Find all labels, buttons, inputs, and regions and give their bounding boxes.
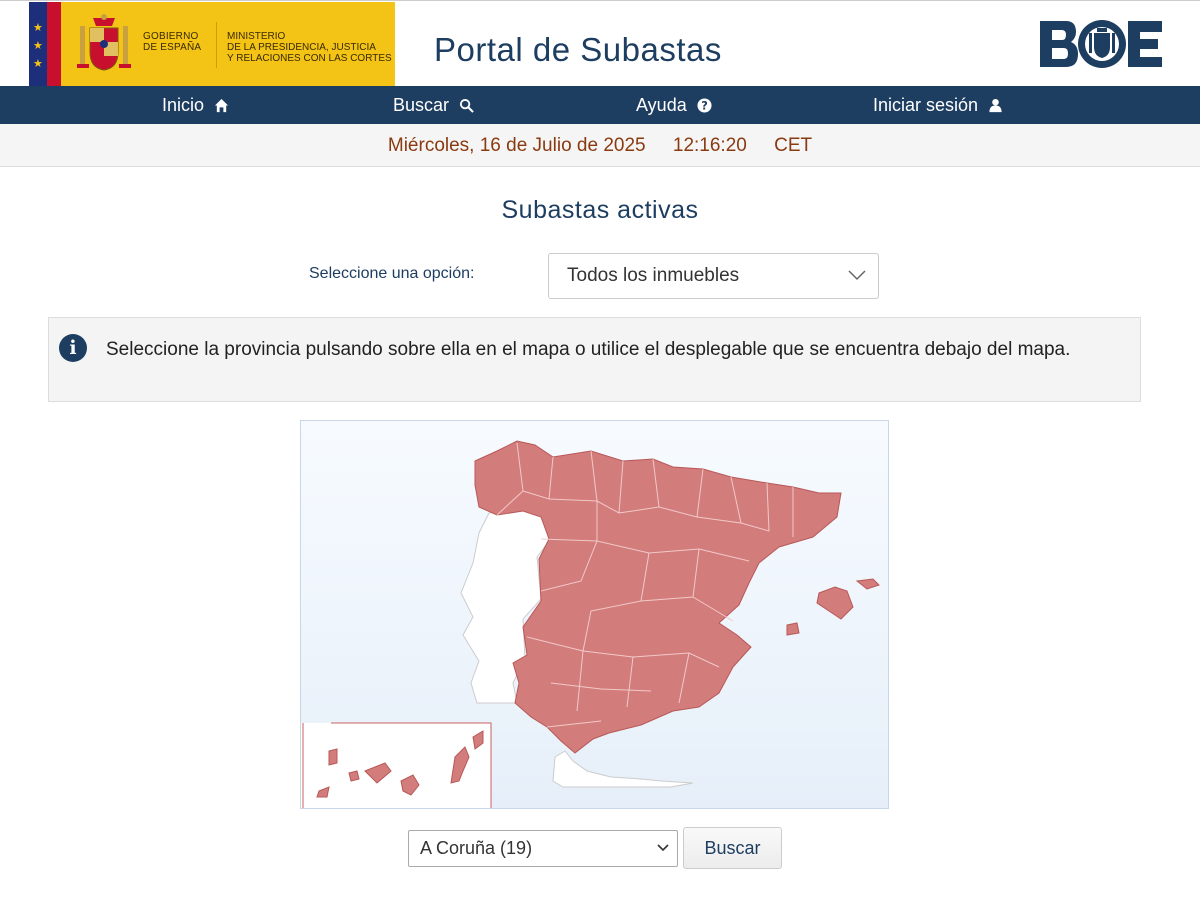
main-nav: Inicio Buscar Ayuda ? Iniciar sesión: [0, 86, 1200, 124]
government-logo-block[interactable]: ★ ★ ★ Gobierno de España Ministerio de l…: [29, 2, 395, 87]
info-icon: i: [59, 334, 87, 362]
option-select-value: Todos los inmuebles: [567, 265, 740, 286]
nav-item-label: Buscar: [393, 95, 450, 115]
menorca-island: [855, 578, 880, 590]
province-map[interactable]: [300, 420, 889, 809]
svg-text:?: ?: [701, 99, 708, 112]
government-label: Gobierno de España: [143, 31, 202, 53]
province-select-value: A Coruña (19): [420, 838, 533, 858]
nav-item-inicio[interactable]: Inicio: [162, 86, 229, 124]
north-africa-coast: [552, 750, 694, 788]
boe-logo[interactable]: [1040, 19, 1162, 69]
time-zone: CET: [774, 135, 813, 156]
balearic-islands[interactable]: [816, 586, 854, 620]
coat-of-arms-icon: [77, 14, 131, 71]
star-icon: ★: [33, 39, 43, 52]
nav-item-label: Inicio: [162, 95, 205, 115]
info-alert: i Seleccione la provincia pulsando sobre…: [48, 317, 1141, 402]
page-title: Subastas activas: [501, 196, 699, 224]
help-icon: ?: [697, 97, 712, 112]
ibiza-island: [786, 622, 800, 636]
date-bar: Miércoles, 16 de Julio de 2025 12:16:20 …: [0, 124, 1200, 167]
star-icon: ★: [33, 57, 43, 70]
nav-item-ayuda[interactable]: Ayuda ?: [636, 86, 712, 124]
portal-title[interactable]: Portal de Subastas: [434, 31, 722, 69]
select-label: Seleccione una opción:: [309, 265, 475, 282]
search-icon: [459, 98, 474, 113]
search-button[interactable]: Buscar: [683, 827, 782, 869]
chevron-down-icon: [657, 844, 669, 852]
user-icon: [989, 98, 1002, 112]
nav-item-label: Ayuda: [636, 95, 687, 115]
home-icon: [214, 98, 229, 112]
canary-islands-inset[interactable]: [301, 722, 492, 809]
nav-item-iniciar-sesion[interactable]: Iniciar sesión: [873, 86, 1003, 124]
spain-map[interactable]: [301, 421, 889, 809]
nav-item-label: Iniciar sesión: [873, 95, 979, 115]
site-header: ★ ★ ★ Gobierno de España Ministerio de l…: [0, 0, 1200, 87]
ministry-label: Ministerio de la Presidencia, Justicia y…: [227, 31, 392, 64]
nav-item-buscar[interactable]: Buscar: [393, 86, 474, 124]
info-text: Seleccione la provincia pulsando sobre e…: [106, 339, 1071, 360]
divider: [216, 22, 217, 68]
flag-strip: ★ ★ ★: [29, 2, 61, 87]
province-select[interactable]: A Coruña (19): [408, 830, 678, 867]
current-date: Miércoles, 16 de Julio de 2025: [387, 135, 646, 156]
current-time: 12:16:20: [672, 135, 747, 156]
chevron-down-icon: [848, 270, 866, 281]
star-icon: ★: [33, 21, 43, 34]
option-select[interactable]: Todos los inmuebles: [548, 253, 879, 299]
